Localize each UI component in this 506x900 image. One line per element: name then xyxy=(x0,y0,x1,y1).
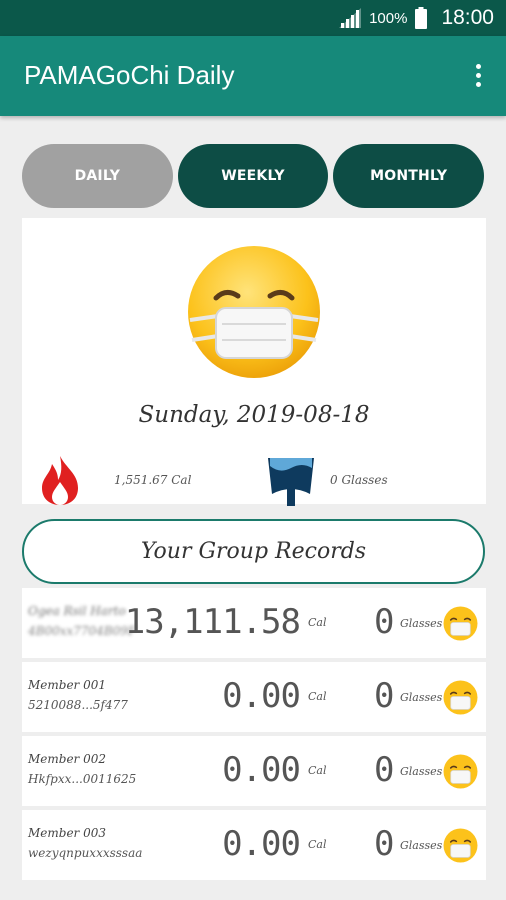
member-name: Member 001 xyxy=(28,678,107,692)
glasses-unit: Glasses xyxy=(400,617,443,630)
sick-mask-emoji-icon xyxy=(188,246,320,378)
flame-icon xyxy=(42,456,78,505)
sick-mask-emoji-icon xyxy=(443,828,478,863)
sick-mask-emoji-icon xyxy=(443,680,478,715)
glasses-unit: Glasses xyxy=(400,691,443,704)
status-icons: 100% 18:00 xyxy=(339,0,494,36)
app-bar: PAMAGoChi Daily xyxy=(0,36,506,116)
tab-weekly[interactable]: WEEKLY xyxy=(177,144,329,208)
calories-unit: Cal xyxy=(308,616,327,629)
member-name: Member 003 xyxy=(28,826,107,840)
member-id: 4B00xx7704B09F xyxy=(28,624,137,638)
water-stat: 0 Glasses xyxy=(266,454,388,506)
member-calories: 0.00 xyxy=(222,676,301,716)
calories-unit: Cal xyxy=(308,764,327,777)
member-calories: 13,111.58 xyxy=(124,602,301,642)
app-title: PAMAGoChi Daily xyxy=(24,60,235,90)
battery-percentage: 100% xyxy=(369,9,408,27)
member-calories: 0.00 xyxy=(222,750,301,790)
summary-date: Sunday, 2019-08-18 xyxy=(138,402,370,428)
list-item[interactable]: Ogea Rsil Harto 4B00xx7704B09F 13,111.58… xyxy=(22,588,486,658)
member-glasses: 0 xyxy=(374,824,395,864)
glasses-unit: Glasses xyxy=(400,839,443,852)
signal-icon xyxy=(339,8,362,28)
calories-value: 1,551.67 Cal xyxy=(114,473,192,487)
water-value: 0 Glasses xyxy=(330,473,388,487)
calories-unit: Cal xyxy=(308,690,327,703)
daily-summary-card: Sunday, 2019-08-18 1,551.67 Cal 0 Glasse… xyxy=(22,218,486,506)
glasses-unit: Glasses xyxy=(400,765,443,778)
list-item[interactable]: Member 003 wezyqnpuxxxsssaa 0.00 Cal 0 G… xyxy=(22,810,486,880)
battery-icon xyxy=(415,7,428,29)
member-id: 5210088...5f477 xyxy=(28,698,128,712)
list-item[interactable]: Member 001 5210088...5f477 0.00 Cal 0 Gl… xyxy=(22,662,486,732)
calories-stat: 1,551.67 Cal xyxy=(38,454,191,506)
tab-daily[interactable]: DAILY xyxy=(22,144,173,208)
overflow-menu-icon[interactable] xyxy=(474,64,482,90)
member-id: Hkfpxx...0011625 xyxy=(28,772,137,786)
member-name: Member 002 xyxy=(28,752,107,766)
member-glasses: 0 xyxy=(374,750,395,790)
member-calories: 0.00 xyxy=(222,824,301,864)
clock: 18:00 xyxy=(441,6,494,29)
member-id: wezyqnpuxxxsssaa xyxy=(28,846,143,860)
sick-mask-emoji-icon xyxy=(443,606,478,641)
water-glass-icon xyxy=(268,458,314,506)
group-records-header[interactable]: Your Group Records xyxy=(22,519,485,584)
member-name: Ogea Rsil Harto xyxy=(28,604,126,618)
tab-monthly[interactable]: MONTHLY xyxy=(333,144,485,208)
member-glasses: 0 xyxy=(374,602,395,642)
group-records-list: Ogea Rsil Harto 4B00xx7704B09F 13,111.58… xyxy=(22,588,486,884)
list-item[interactable]: Member 002 Hkfpxx...0011625 0.00 Cal 0 G… xyxy=(22,736,486,806)
sick-mask-emoji-icon xyxy=(443,754,478,789)
status-bar: 100% 18:00 xyxy=(0,0,506,36)
calories-unit: Cal xyxy=(308,838,327,851)
member-glasses: 0 xyxy=(374,676,395,716)
period-tabs: DAILY WEEKLY MONTHLY xyxy=(22,144,485,208)
